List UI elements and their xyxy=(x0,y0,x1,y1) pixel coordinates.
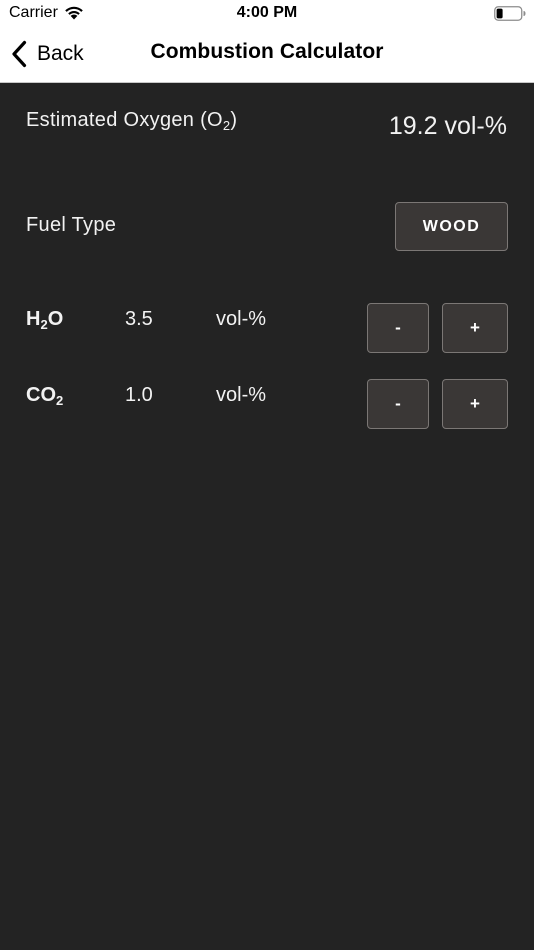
h2o-label: H2O xyxy=(26,308,63,332)
h2o-increment-button[interactable]: + xyxy=(442,303,508,353)
co2-increment-button[interactable]: + xyxy=(442,379,508,429)
h2o-label-subscript: 2 xyxy=(40,317,48,332)
co2-label-subscript: 2 xyxy=(56,393,64,408)
h2o-decrement-button[interactable]: - xyxy=(367,303,429,353)
page-title: Combustion Calculator xyxy=(150,40,384,63)
h2o-value: 3.5 xyxy=(125,308,153,330)
co2-label: CO2 xyxy=(26,384,63,408)
co2-value: 1.0 xyxy=(125,384,153,406)
oxygen-value: 19.2 vol-% xyxy=(388,112,507,140)
fuel-type-button[interactable]: WOOD xyxy=(395,202,508,251)
oxygen-label-prefix: Estimated Oxygen (O xyxy=(26,109,223,131)
h2o-unit: vol-% xyxy=(216,308,267,330)
battery-icon xyxy=(494,6,526,21)
co2-label-main: CO xyxy=(26,384,56,406)
h2o-label-tail: O xyxy=(47,308,64,330)
oxygen-label: Estimated Oxygen (O2) xyxy=(26,109,237,133)
oxygen-label-suffix: ) xyxy=(230,109,238,131)
navigation-bar: Carrier 4:00 PM Back Combustion Calculat… xyxy=(0,0,534,83)
fuel-type-label: Fuel Type xyxy=(26,214,117,236)
co2-decrement-button[interactable]: - xyxy=(367,379,429,429)
co2-unit: vol-% xyxy=(216,384,267,406)
status-time: 4:00 PM xyxy=(236,4,298,21)
h2o-label-main: H xyxy=(26,308,41,330)
app-screen: Carrier 4:00 PM Back Combustion Calculat… xyxy=(0,0,534,950)
